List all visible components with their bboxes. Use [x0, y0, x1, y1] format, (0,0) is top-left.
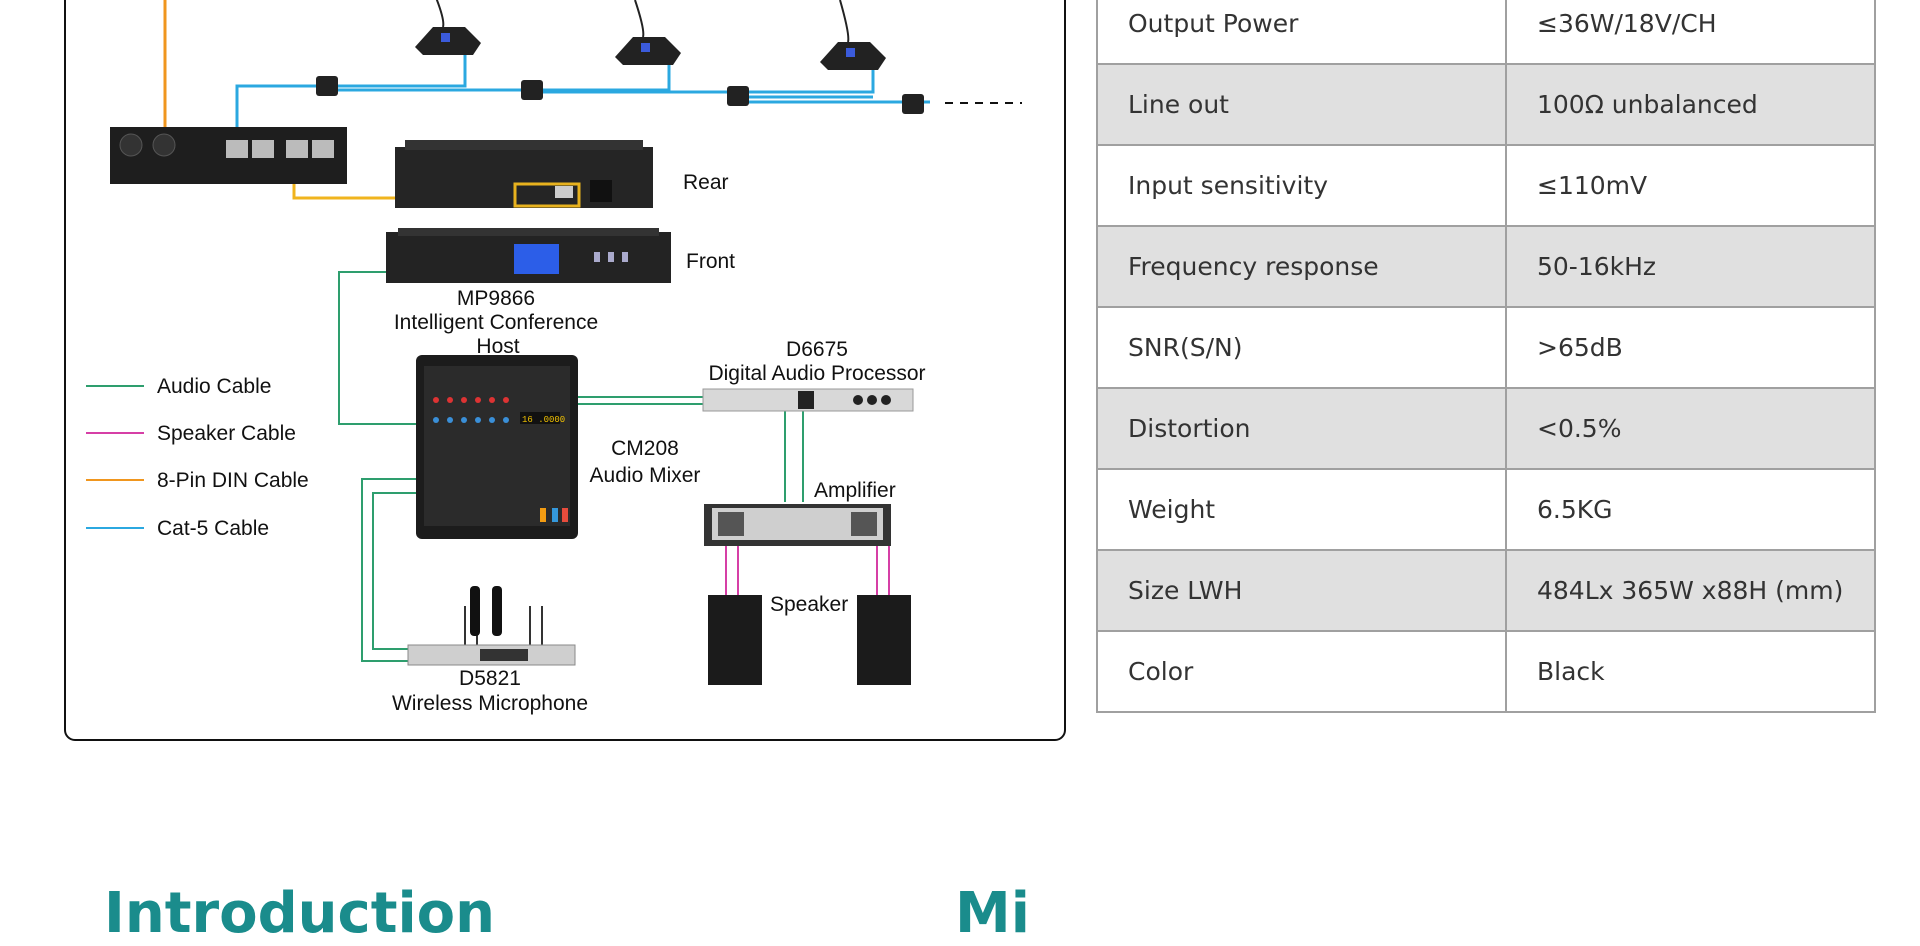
spec-name: Color: [1096, 630, 1507, 713]
spec-row: Distortion <0.5%: [1096, 387, 1876, 470]
host-front-panel: [386, 228, 671, 283]
front-label: Front: [686, 250, 735, 273]
spec-row: Color Black: [1096, 630, 1876, 713]
legend-label: Speaker Cable: [157, 422, 296, 445]
spec-value: <0.5%: [1505, 387, 1876, 470]
spec-value: 484Lx 365W x88H (mm): [1505, 549, 1876, 632]
host-name-label-2: Host: [476, 335, 519, 358]
spec-name: Line out: [1096, 63, 1507, 146]
speaker-right: [857, 595, 911, 685]
host-name-label: Intelligent Conference: [394, 311, 598, 334]
legend-label: Cat-5 Cable: [157, 517, 269, 540]
spec-row: Line out 100Ω unbalanced: [1096, 63, 1876, 146]
spec-name: SNR(S/N): [1096, 306, 1507, 389]
spec-value: >65dB: [1505, 306, 1876, 389]
mixer-model-label: CM208: [611, 437, 679, 460]
spec-table: Output Power ≤36W/18V/CH Line out 100Ω unba…: [1096, 0, 1876, 713]
spec-row: Weight 6.5KG: [1096, 468, 1876, 551]
mic-name-label: Wireless Microphone: [392, 692, 588, 715]
mic-model-label: D5821: [459, 667, 521, 690]
amplifier-label: Amplifier: [814, 479, 896, 502]
processor-name-label: Digital Audio Processor: [708, 362, 925, 385]
spec-row: Output Power ≤36W/18V/CH: [1096, 0, 1876, 65]
spec-row: Frequency response 50-16kHz: [1096, 225, 1876, 308]
din-breakout-box: [110, 127, 347, 184]
rear-label: Rear: [683, 171, 729, 194]
speaker-left: [708, 595, 762, 685]
audio-mixer: 16 .0000: [416, 355, 578, 539]
spec-value: 100Ω unbalanced: [1505, 63, 1876, 146]
spec-value: ≤36W/18V/CH: [1505, 0, 1876, 65]
spec-row: Size LWH 484Lx 365W x88H (mm): [1096, 549, 1876, 632]
svg-text:16 .0000: 16 .0000: [522, 415, 565, 425]
spec-row: Input sensitivity ≤110mV: [1096, 144, 1876, 227]
spec-row: SNR(S/N) >65dB: [1096, 306, 1876, 389]
digital-audio-processor: [702, 388, 914, 412]
legend-label: Audio Cable: [157, 375, 271, 398]
spec-name: Weight: [1096, 468, 1507, 551]
system-connection-diagram: Rear Front MP9866 Intelligent Conference…: [64, 0, 1066, 741]
spec-value: 6.5KG: [1505, 468, 1876, 551]
spec-name: Frequency response: [1096, 225, 1507, 308]
spec-name: Distortion: [1096, 387, 1507, 470]
legend-label: 8-Pin DIN Cable: [157, 469, 309, 492]
spec-name: Output Power: [1096, 0, 1507, 65]
spec-name: Input sensitivity: [1096, 144, 1507, 227]
mixer-name-label: Audio Mixer: [590, 464, 701, 487]
host-rear-panel: [395, 140, 653, 208]
spec-value: 50-16kHz: [1505, 225, 1876, 308]
spec-name: Size LWH: [1096, 549, 1507, 632]
processor-model-label: D6675: [786, 338, 848, 361]
spec-value: Black: [1505, 630, 1876, 713]
spec-value: ≤110mV: [1505, 144, 1876, 227]
section-heading: Mi: [955, 881, 1030, 946]
host-model-label: MP9866: [457, 287, 535, 310]
speaker-label: Speaker: [770, 593, 848, 616]
section-heading-introduction: Introduction: [104, 881, 496, 946]
amplifier: [704, 504, 891, 546]
